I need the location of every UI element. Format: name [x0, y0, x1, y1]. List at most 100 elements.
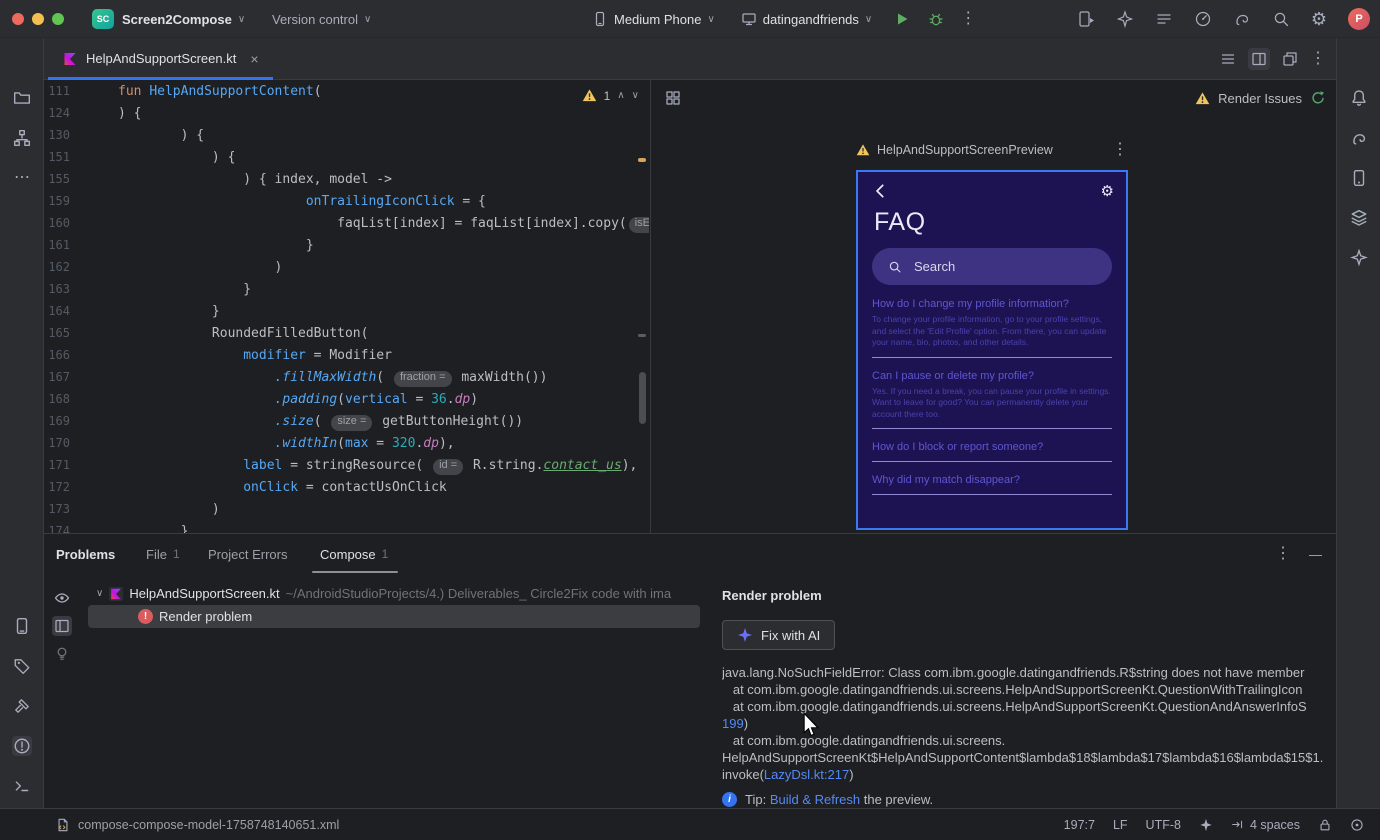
ai-status-icon[interactable]	[1199, 818, 1213, 832]
run-button[interactable]	[894, 11, 910, 27]
debug-button[interactable]	[928, 11, 944, 27]
code-line[interactable]: ) { index, model ->	[118, 172, 639, 194]
ai-chat-tool-icon[interactable]	[1349, 248, 1369, 268]
code-line[interactable]: }	[118, 238, 639, 260]
preview-device-frame[interactable]: ⚙ FAQ Search How do I change my profile …	[856, 170, 1128, 530]
next-problem-button[interactable]: ∨	[632, 90, 639, 101]
line-number[interactable]: 159	[44, 194, 78, 216]
line-number[interactable]: 130	[44, 128, 78, 150]
resource-manager-tool-icon[interactable]	[1349, 208, 1369, 228]
code-line[interactable]: ) {	[118, 106, 639, 128]
line-number[interactable]: 164	[44, 304, 78, 326]
line-number[interactable]: 167	[44, 370, 78, 392]
editor-layout-icon[interactable]	[1282, 51, 1298, 67]
line-number[interactable]: 170	[44, 436, 78, 458]
preview-layout-grid-icon[interactable]	[665, 90, 681, 106]
device-manager-tool-icon[interactable]	[1349, 168, 1369, 188]
inspection-widget[interactable]: 1 ∧ ∨	[582, 88, 639, 103]
notifications-icon[interactable]	[1349, 88, 1369, 108]
preview-title[interactable]: HelpAndSupportScreenPreview	[877, 143, 1053, 157]
code-line[interactable]: onTrailingIconClick = {	[118, 194, 639, 216]
gradle-icon[interactable]	[1233, 10, 1251, 28]
logcat-tool-icon[interactable]	[12, 656, 32, 676]
line-number[interactable]: 168	[44, 392, 78, 414]
split-preview-icon[interactable]	[1248, 47, 1270, 70]
tree-problem-row[interactable]: ! Render problem	[138, 605, 252, 628]
tab-project-errors[interactable]: Project Errors	[208, 534, 287, 574]
more-tools-icon[interactable]: ⋯	[12, 168, 32, 188]
device-selector[interactable]: Medium Phone	[614, 12, 701, 27]
build-refresh-link[interactable]: Build & Refresh	[770, 792, 860, 807]
stack-trace-link[interactable]: 199	[722, 716, 744, 731]
line-separator-widget[interactable]: LF	[1113, 818, 1128, 832]
line-number[interactable]: 165	[44, 326, 78, 348]
profile-avatar[interactable]: P	[1348, 8, 1370, 30]
code-line[interactable]: }	[118, 304, 639, 326]
line-number[interactable]: 155	[44, 172, 78, 194]
search-everywhere-button[interactable]	[1272, 10, 1290, 28]
code-line[interactable]: modifier = Modifier	[118, 348, 639, 370]
fix-with-ai-button[interactable]: Fix with AI	[722, 620, 836, 650]
editor-more-icon[interactable]: ⋮	[1310, 50, 1326, 67]
problems-tool-icon[interactable]	[12, 736, 32, 756]
build-tool-icon[interactable]	[12, 696, 32, 716]
tab-compose[interactable]: Compose 1	[320, 534, 388, 574]
editor-scrollbar-thumb[interactable]	[639, 372, 646, 424]
tree-file-row[interactable]: ∨ HelpAndSupportScreen.kt ~/AndroidStudi…	[96, 582, 671, 605]
build-refresh-icon[interactable]	[1310, 90, 1326, 106]
line-number[interactable]: 124	[44, 106, 78, 128]
traffic-minimize-button[interactable]	[32, 13, 44, 25]
line-number[interactable]: 173	[44, 502, 78, 524]
traffic-zoom-button[interactable]	[52, 13, 64, 25]
terminal-tool-icon[interactable]	[12, 776, 32, 796]
preview-options-icon[interactable]: ⋮	[1112, 142, 1128, 158]
line-number[interactable]: 160	[44, 216, 78, 238]
details-view-icon[interactable]	[52, 616, 72, 636]
structure-tool-icon[interactable]	[12, 128, 32, 148]
code-editor[interactable]: 111 124 130 151 155 159 160 161 162 163 164 165 166 1…	[44, 80, 649, 533]
line-number[interactable]: 162	[44, 260, 78, 282]
structure-list-icon[interactable]	[1155, 10, 1173, 28]
code-line[interactable]: .fillMaxWidth( fraction = maxWidth())	[118, 370, 639, 392]
line-number[interactable]: 172	[44, 480, 78, 502]
line-number[interactable]: 151	[44, 150, 78, 172]
code-line[interactable]: RoundedFilledButton(	[118, 326, 639, 348]
lock-icon[interactable]	[1318, 818, 1332, 832]
stack-trace-link[interactable]: LazyDsl.kt:217	[764, 767, 849, 782]
line-number[interactable]: 166	[44, 348, 78, 370]
line-number[interactable]: 174	[44, 524, 78, 533]
filter-eye-icon[interactable]	[52, 588, 72, 608]
code-line[interactable]: label = stringResource( id = R.string.co…	[118, 458, 639, 480]
panel-options-icon[interactable]: ⋮	[1275, 546, 1291, 562]
ai-assistant-icon[interactable]	[1116, 10, 1134, 28]
code-line[interactable]: }	[118, 282, 639, 304]
encoding-widget[interactable]: UTF-8	[1146, 818, 1181, 832]
line-number[interactable]: 169	[44, 414, 78, 436]
inspections-status-icon[interactable]	[1350, 818, 1364, 832]
editor-tab[interactable]: HelpAndSupportScreen.kt ×	[48, 38, 273, 80]
line-number[interactable]: 111	[44, 84, 78, 106]
version-control-menu[interactable]: Version control ∨	[272, 0, 371, 38]
render-issues-badge[interactable]: Render Issues	[1195, 90, 1326, 106]
code-line[interactable]: )	[118, 502, 639, 524]
code-line[interactable]: }	[118, 524, 639, 533]
editor-list-icon[interactable]	[1220, 51, 1236, 67]
status-file-widget[interactable]: compose-compose-model-1758748140651.xml	[56, 818, 339, 832]
code-line[interactable]: faqList[index] = faqList[index].copy(isE	[118, 216, 649, 238]
caret-position-widget[interactable]: 197:7	[1064, 818, 1095, 832]
running-devices-tool-icon[interactable]	[12, 616, 32, 636]
hide-panel-button[interactable]: —	[1309, 548, 1322, 561]
running-devices-icon[interactable]	[1077, 10, 1095, 28]
tab-file[interactable]: File 1	[146, 534, 180, 574]
expand-chevron-icon[interactable]: ∨	[96, 588, 103, 599]
line-number[interactable]: 163	[44, 282, 78, 304]
line-number[interactable]: 171	[44, 458, 78, 480]
code-line[interactable]: )	[118, 260, 639, 282]
code-line[interactable]: ) {	[118, 128, 639, 150]
traffic-close-button[interactable]	[12, 13, 24, 25]
quickfix-bulb-icon[interactable]	[52, 644, 72, 664]
tab-close-button[interactable]: ×	[250, 51, 258, 67]
run-config-selector[interactable]: datingandfriends	[763, 12, 859, 27]
line-number[interactable]: 161	[44, 238, 78, 260]
more-run-options-button[interactable]: ⋮	[960, 11, 976, 27]
